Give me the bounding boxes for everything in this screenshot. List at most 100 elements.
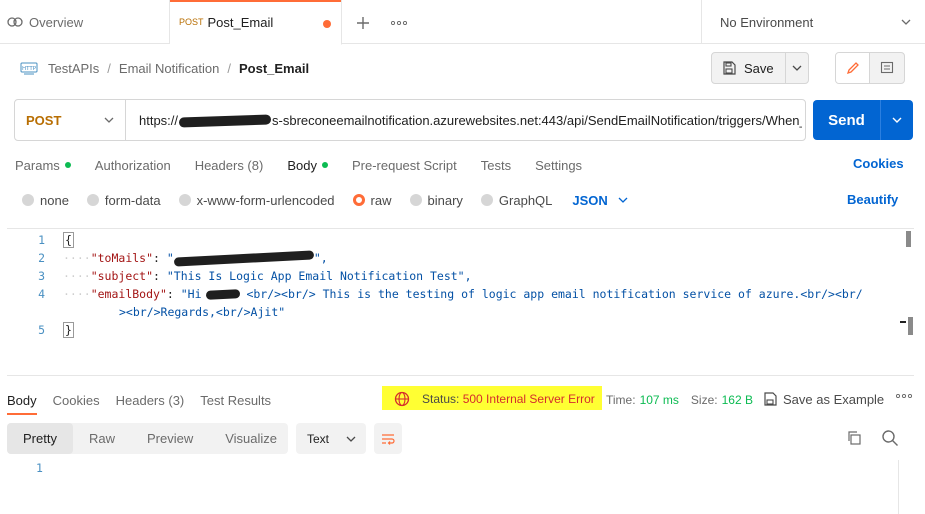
- tab-headers[interactable]: Headers (8): [195, 158, 264, 173]
- tab-settings[interactable]: Settings: [535, 158, 582, 173]
- unsaved-dot-icon[interactable]: [323, 20, 331, 28]
- line-number: 2: [38, 251, 45, 265]
- status-label: Status:: [422, 392, 460, 406]
- environment-select[interactable]: No Environment: [701, 0, 925, 44]
- view-preview[interactable]: Preview: [131, 423, 209, 454]
- send-options-button[interactable]: [881, 100, 913, 140]
- breadcrumb: HTTP TestAPIs / Email Notification / Pos…: [20, 56, 309, 80]
- save-as-example-button[interactable]: Save as Example: [763, 390, 884, 408]
- editor-scrollbar-thumb[interactable]: [908, 317, 913, 335]
- tab-post-email[interactable]: POST Post_Email: [170, 0, 342, 45]
- radio-graphql[interactable]: GraphQL: [480, 193, 552, 208]
- language-select[interactable]: JSON: [572, 192, 628, 208]
- code-line-subject: ····"subject": "This Is Logic App Email …: [63, 269, 472, 283]
- save-options-button[interactable]: [786, 53, 808, 83]
- chevron-down-icon: [104, 117, 114, 123]
- response-tab-headers[interactable]: Headers (3): [116, 393, 185, 408]
- radio-binary[interactable]: binary: [409, 193, 463, 208]
- editor-scrollbar[interactable]: [906, 231, 911, 247]
- radio-urlencoded-label: x-www-form-urlencoded: [196, 192, 335, 208]
- view-visualize[interactable]: Visualize: [209, 423, 293, 454]
- wrap-lines-button[interactable]: [374, 423, 402, 454]
- tab-method-label: POST: [179, 17, 204, 27]
- radio-form-data[interactable]: form-data: [86, 193, 161, 208]
- redacted-scribble: [173, 250, 314, 267]
- url-rest: s-sbreconeemailnotification.azurewebsite…: [272, 112, 802, 128]
- response-line-number: 1: [36, 461, 43, 475]
- radio-urlencoded[interactable]: x-www-form-urlencoded: [178, 192, 335, 208]
- response-tab-body[interactable]: Body: [7, 393, 37, 415]
- tab-more-button[interactable]: [388, 14, 410, 32]
- body-editor[interactable]: 1 2 3 4 5 { ····"toMails": " ", ····"subj…: [7, 228, 914, 376]
- params-indicator-dot: [64, 162, 71, 168]
- documentation-button[interactable]: [870, 53, 904, 83]
- cookies-link[interactable]: Cookies: [853, 156, 904, 171]
- response-more-button[interactable]: [896, 394, 912, 398]
- size-value[interactable]: 162 B: [722, 393, 753, 407]
- view-pretty[interactable]: Pretty: [7, 423, 73, 454]
- radio-none[interactable]: none: [22, 193, 69, 208]
- save-icon: [723, 61, 736, 75]
- val-tomails-start: ": [166, 251, 174, 265]
- method-select[interactable]: POST: [15, 100, 126, 140]
- chevron-down-icon: [618, 197, 628, 203]
- search-button[interactable]: [881, 429, 899, 447]
- redacted-scribble: [205, 289, 240, 300]
- breadcrumb-separator: /: [107, 60, 111, 76]
- breadcrumb-collection[interactable]: TestAPIs: [48, 61, 99, 76]
- status-value: 500 Internal Server Error: [462, 392, 595, 406]
- wrap-icon: [382, 433, 395, 445]
- radio-raw[interactable]: raw: [352, 193, 392, 208]
- response-scrollbar[interactable]: [898, 460, 913, 514]
- radio-circle: [22, 194, 34, 206]
- code-line-emailbody: ····"emailBody": "Hi <br/><br/> This is …: [63, 287, 863, 301]
- active-tab-indicator: [170, 0, 341, 2]
- code-open-brace: {: [63, 232, 74, 248]
- edit-mode-button[interactable]: [836, 53, 870, 83]
- time-value[interactable]: 107 ms: [640, 393, 679, 407]
- http-request-icon: HTTP: [20, 60, 38, 76]
- view-raw[interactable]: Raw: [73, 423, 131, 454]
- response-status[interactable]: Status: 500 Internal Server Error: [394, 390, 595, 408]
- send-button[interactable]: Send: [813, 100, 881, 140]
- new-tab-button[interactable]: [352, 12, 374, 34]
- view-mode-group: [835, 52, 905, 84]
- save-button-group: Save: [711, 52, 809, 84]
- pencil-icon: [846, 62, 859, 75]
- key-tomails: "toMails": [90, 251, 154, 265]
- save-button[interactable]: Save: [712, 53, 786, 83]
- radio-circle: [178, 194, 191, 206]
- val-subject: "This Is Logic App Email Notification Te…: [166, 269, 472, 283]
- tab-body[interactable]: Body: [287, 158, 328, 173]
- tab-overview[interactable]: Overview: [0, 0, 170, 44]
- size-label: Size:: [690, 393, 718, 407]
- right-gutter: [914, 228, 925, 514]
- time-label: Time:: [606, 393, 636, 407]
- response-format-select[interactable]: Text: [296, 423, 366, 454]
- response-tab-test-results[interactable]: Test Results: [200, 393, 271, 408]
- tab-params[interactable]: Params: [15, 158, 71, 173]
- breadcrumb-folder[interactable]: Email Notification: [119, 61, 219, 76]
- chevron-down-icon: [901, 19, 911, 25]
- key-emailbody: "emailBody": [90, 287, 167, 301]
- tab-body-label: Body: [287, 157, 317, 173]
- svg-text:HTTP: HTTP: [22, 66, 37, 72]
- response-tab-cookies[interactable]: Cookies: [53, 393, 100, 408]
- plus-icon: [357, 17, 369, 29]
- url-input[interactable]: https:// s-sbreconeemailnotification.azur…: [126, 113, 802, 128]
- response-tabs: Body Cookies Headers (3) Test Results: [7, 391, 287, 415]
- beautify-link[interactable]: Beautify: [847, 192, 898, 207]
- tab-pre-request-script[interactable]: Pre-request Script: [352, 158, 457, 173]
- val-emailbody-wrap: ><br/>Regards,<br/>Ajit": [119, 305, 286, 319]
- line-number: 5: [38, 323, 45, 337]
- more-horizontal-icon: [896, 394, 912, 398]
- val-tomails-end: ",: [313, 251, 328, 265]
- copy-button[interactable]: [846, 430, 862, 446]
- tab-tests[interactable]: Tests: [481, 158, 511, 173]
- url-bar: POST https:// s-sbreconeemailnotification…: [14, 99, 806, 141]
- tab-authorization[interactable]: Authorization: [95, 158, 171, 173]
- breadcrumb-request[interactable]: Post_Email: [239, 61, 309, 76]
- language-label: JSON: [572, 192, 608, 208]
- url-prefix: https://: [139, 112, 179, 128]
- save-as-example-label: Save as Example: [783, 391, 885, 407]
